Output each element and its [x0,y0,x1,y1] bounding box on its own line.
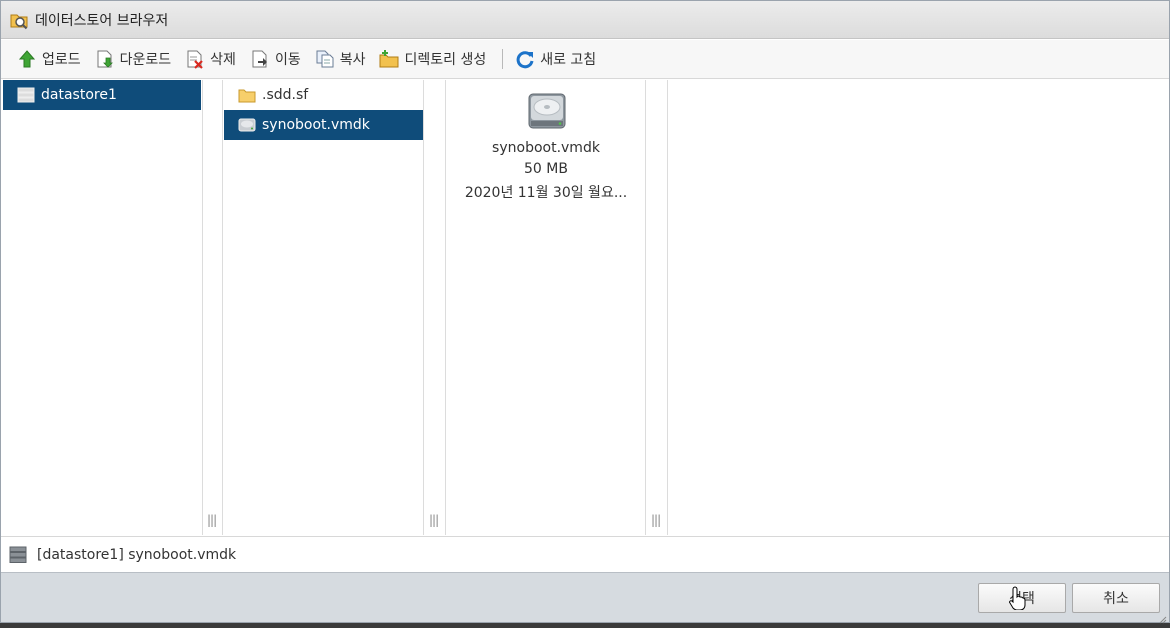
title-bar: 데이터스토어 브라우저 [1,1,1169,39]
datastore-icon [17,87,35,103]
copy-button[interactable]: 복사 [313,45,372,73]
download-label: 다운로드 [119,52,172,68]
window-title: 데이터스토어 브라우저 [35,12,169,29]
datastore-browser-dialog: 데이터스토어 브라우저 업로드 다운로드 삭제 이동 복사 디렉토리 생성 새로… [0,0,1170,624]
resize-grip-icon: ||| [207,513,217,527]
delete-button[interactable]: 삭제 [183,45,242,73]
virtual-disk-icon [238,117,256,133]
resize-handle-icon[interactable] [1159,612,1167,624]
datastore-icon [9,546,27,564]
refresh-button[interactable]: 새로 고침 [513,45,602,73]
hand-cursor-icon [1009,586,1027,611]
dialog-footer: 선택 취소 [1,572,1169,622]
refresh-icon [515,49,535,69]
virtual-disk-icon [527,92,567,130]
upload-arrow-icon [17,49,37,69]
copy-label: 복사 [339,52,366,68]
status-bar: [datastore1] synoboot.vmdk [1,536,1169,572]
browser-columns: datastore1 ||| .sdd.sf synoboot.vmdk ||| [3,80,1169,535]
datastore-item-label: datastore1 [41,87,117,103]
delete-label: 삭제 [210,52,236,68]
file-item-label: .sdd.sf [262,87,309,103]
folder-icon [238,87,256,103]
preview-file-name: synoboot.vmdk [492,140,600,156]
datastore-browser-icon [9,10,29,30]
file-item-sdd-sf[interactable]: .sdd.sf [224,80,423,110]
upload-button[interactable]: 업로드 [15,45,87,73]
move-icon [250,49,270,69]
column-resizer-3[interactable]: ||| [646,80,668,535]
selected-path: [datastore1] synoboot.vmdk [37,546,237,563]
download-icon [95,49,115,69]
create-directory-label: 디렉토리 생성 [404,52,487,68]
file-item-label: synoboot.vmdk [262,117,370,133]
preview-file-size: 50 MB [524,161,568,177]
resize-grip-icon: ||| [651,513,661,527]
delete-icon [185,49,205,69]
datastore-column: datastore1 [3,80,203,535]
new-folder-icon [379,49,399,69]
preview-file-modified: 2020년 11월 30일 월요... [464,185,628,201]
toolbar: 업로드 다운로드 삭제 이동 복사 디렉토리 생성 새로 고침 [1,40,1169,79]
refresh-label: 새로 고침 [540,52,597,68]
column-resizer-1[interactable]: ||| [203,80,223,535]
toolbar-separator [502,49,504,69]
cancel-button[interactable]: 취소 [1072,583,1160,613]
upload-label: 업로드 [42,52,81,68]
datastore-item-datastore1[interactable]: datastore1 [3,80,201,110]
file-item-synoboot-vmdk[interactable]: synoboot.vmdk [224,110,423,140]
resize-grip-icon: ||| [429,513,439,527]
move-label: 이동 [274,52,301,68]
download-button[interactable]: 다운로드 [93,45,178,73]
file-preview-panel: synoboot.vmdk 50 MB 2020년 11월 30일 월요... [446,80,646,535]
copy-icon [315,49,335,69]
column-resizer-2[interactable]: ||| [424,80,446,535]
move-button[interactable]: 이동 [248,45,307,73]
create-directory-button[interactable]: 디렉토리 생성 [377,45,492,73]
file-column: .sdd.sf synoboot.vmdk [224,80,424,535]
